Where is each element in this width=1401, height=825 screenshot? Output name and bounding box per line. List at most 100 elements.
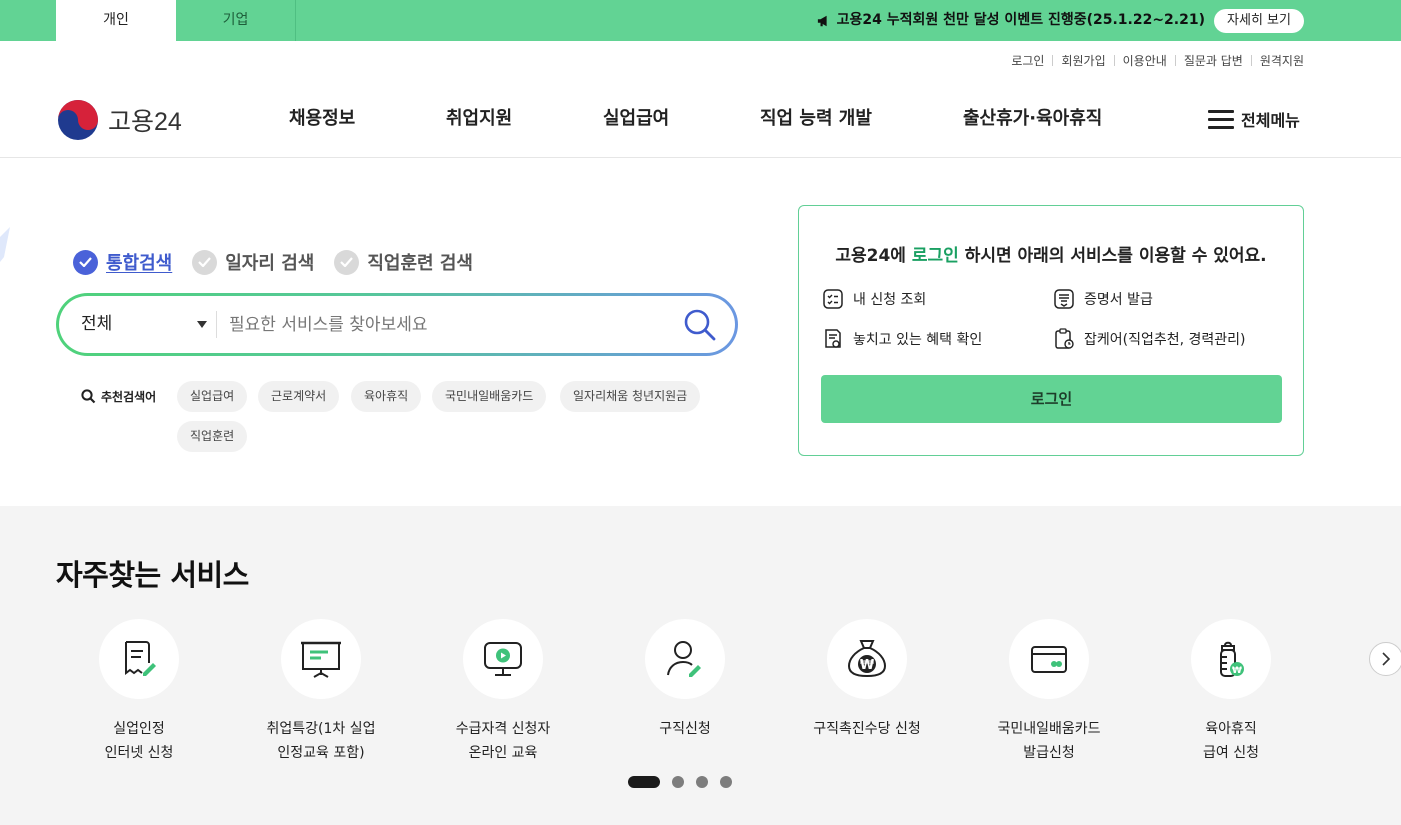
- pagination-dot-2[interactable]: [672, 776, 684, 788]
- nav-unemployment-benefit[interactable]: 실업급여: [603, 80, 669, 158]
- service-card-online-education[interactable]: 수급자격 신청자 온라인 교육: [413, 619, 593, 765]
- search-category-value: 전체: [81, 314, 113, 334]
- decorative-shape: [0, 227, 10, 262]
- label-line: 육아휴직: [1205, 721, 1257, 737]
- check-icon: [73, 249, 98, 275]
- service-missed-benefits[interactable]: 놓치고 있는 혜택 확인: [821, 327, 982, 351]
- presentation-board-icon: [301, 641, 341, 678]
- search-input[interactable]: [229, 308, 669, 341]
- monitor-play-icon: [484, 642, 522, 676]
- keyword-chip[interactable]: 직업훈련: [177, 421, 248, 452]
- tab-label: 직업훈련 검색: [367, 253, 473, 274]
- service-card-label: 육아휴직급여 신청: [1141, 717, 1321, 765]
- label-line: 구직촉진수당 신청: [813, 721, 921, 737]
- service-card-label: 국민내일배움카드발급신청: [959, 717, 1139, 765]
- keyword-chip[interactable]: 육아휴직: [351, 381, 422, 412]
- search-box-inner: 전체: [59, 296, 735, 353]
- divider: [216, 311, 217, 338]
- divider: [1250, 55, 1252, 66]
- caret-down-icon: [197, 321, 207, 328]
- login-promo-box: 고용24에 로그인 하시면 아래의 서비스를 이용할 수 있어요. 내 신청 조…: [798, 205, 1304, 456]
- service-card-employment-lecture[interactable]: 취업특강(1차 실업인정교육 포함): [231, 619, 411, 765]
- service-my-applications[interactable]: 내 신청 조회: [821, 287, 926, 311]
- label-line: 인터넷 신청: [104, 745, 174, 761]
- keyword-chip[interactable]: 일자리채움 청년지원금: [560, 381, 701, 412]
- service-card-label: 취업특강(1차 실업인정교육 포함): [231, 717, 411, 765]
- certificate-icon: [1054, 289, 1074, 309]
- top-bar: 개인 기업 고용24 누적회원 천만 달성 이벤트 진행중(25.1.22~2.…: [0, 0, 1401, 41]
- service-icon-circle: ₩: [827, 619, 907, 699]
- person-pen-icon: [667, 641, 701, 677]
- pagination-dot-3[interactable]: [696, 776, 708, 788]
- checklist-icon: [823, 289, 843, 309]
- recommended-keywords-text: 추천검색어: [101, 390, 157, 404]
- keyword-chip[interactable]: 실업급여: [177, 381, 248, 412]
- site-header: 고용24 채용정보 취업지원 실업급여 직업 능력 개발 출산휴가·육아휴직 전…: [0, 80, 1401, 158]
- site-logo[interactable]: 고용24: [56, 98, 182, 142]
- search-icon[interactable]: [683, 308, 717, 342]
- logo-text: 고용24: [108, 108, 182, 136]
- title-text: 고용24에: [835, 246, 912, 266]
- search-type-tabs: 통합검색 일자리 검색 직업훈련 검색: [73, 249, 473, 275]
- event-notice[interactable]: 고용24 누적회원 천만 달성 이벤트 진행중(25.1.22~2.21): [817, 0, 1205, 41]
- nav-skills-development[interactable]: 직업 능력 개발: [760, 80, 872, 158]
- label-line: 발급신청: [1023, 745, 1075, 761]
- title-text: 하시면 아래의 서비스를 이용할 수 있어요.: [958, 246, 1267, 266]
- divider: [1113, 55, 1115, 66]
- document-pen-icon: [125, 641, 156, 676]
- search-icon: [81, 389, 96, 404]
- pagination-dot-1[interactable]: [628, 776, 660, 788]
- event-notice-text: 고용24 누적회원 천만 달성 이벤트 진행중(25.1.22~2.21): [836, 12, 1205, 28]
- service-jobcare[interactable]: 잡케어(직업추천, 경력관리): [1052, 327, 1246, 351]
- service-card-job-promotion-allowance[interactable]: ₩ 구직촉진수당 신청: [777, 619, 957, 741]
- nav-jobs[interactable]: 채용정보: [289, 80, 355, 158]
- service-icon-circle: [281, 619, 361, 699]
- tab-business[interactable]: 기업: [176, 0, 296, 41]
- label-line: 국민내일배움카드: [997, 721, 1101, 737]
- service-card-unemployment-cert[interactable]: 실업인정 인터넷 신청: [49, 619, 229, 765]
- tab-label: 일자리 검색: [225, 253, 315, 274]
- util-guide-link[interactable]: 이용안내: [1123, 52, 1167, 69]
- check-icon: [192, 249, 218, 275]
- label-line: 취업특강(1차 실업: [266, 721, 376, 737]
- service-card-label: 구직촉진수당 신청: [777, 717, 957, 741]
- taegeuk-logo-icon: [58, 100, 98, 140]
- tab-job-search[interactable]: 일자리 검색: [192, 249, 314, 275]
- label-line: 인정교육 포함): [277, 745, 365, 761]
- keyword-chip[interactable]: 국민내일배움카드: [432, 381, 547, 412]
- nav-employment-support[interactable]: 취업지원: [446, 80, 512, 158]
- label-line: 급여 신청: [1203, 745, 1259, 761]
- all-menu-button[interactable]: 전체메뉴: [1208, 107, 1300, 131]
- pagination-dot-4[interactable]: [720, 776, 732, 788]
- tab-integrated-search[interactable]: 통합검색: [73, 249, 172, 275]
- util-login-link[interactable]: 로그인: [1011, 52, 1044, 69]
- svg-text:₩: ₩: [860, 658, 875, 673]
- utility-links: 로그인 회원가입 이용안내 질문과 답변 원격지원: [1011, 52, 1304, 69]
- more-details-button[interactable]: 자세히 보기: [1214, 9, 1304, 33]
- tab-training-search[interactable]: 직업훈련 검색: [334, 249, 473, 275]
- service-icon-circle: ₩: [1191, 619, 1271, 699]
- hamburger-icon: [1208, 109, 1234, 129]
- search-category-select[interactable]: 전체: [81, 296, 207, 353]
- service-card-parental-leave-benefit[interactable]: ₩ 육아휴직급여 신청: [1141, 619, 1321, 765]
- login-button[interactable]: 로그인: [821, 375, 1282, 423]
- service-certificate[interactable]: 증명서 발급: [1052, 287, 1153, 311]
- service-card-label: 구직신청: [595, 717, 775, 741]
- section-title: 자주찾는 서비스: [56, 558, 249, 592]
- service-icon-circle: [99, 619, 179, 699]
- service-label: 내 신청 조회: [853, 292, 927, 308]
- util-remote-support-link[interactable]: 원격지원: [1260, 52, 1304, 69]
- service-card-label: 실업인정 인터넷 신청: [49, 717, 229, 765]
- service-card-learning-card[interactable]: 국민내일배움카드발급신청: [959, 619, 1139, 765]
- divider: [1174, 55, 1176, 66]
- service-label: 증명서 발급: [1084, 292, 1153, 308]
- service-card-job-seeking[interactable]: 구직신청: [595, 619, 775, 741]
- nav-parental-leave[interactable]: 출산휴가·육아휴직: [963, 80, 1102, 158]
- util-signup-link[interactable]: 회원가입: [1061, 52, 1105, 69]
- chevron-right-icon: [1382, 652, 1391, 666]
- carousel-next-button[interactable]: [1369, 642, 1401, 676]
- service-icon-circle: [645, 619, 725, 699]
- util-qna-link[interactable]: 질문과 답변: [1184, 52, 1243, 69]
- tab-personal[interactable]: 개인: [56, 0, 176, 41]
- keyword-chip[interactable]: 근로계약서: [258, 381, 340, 412]
